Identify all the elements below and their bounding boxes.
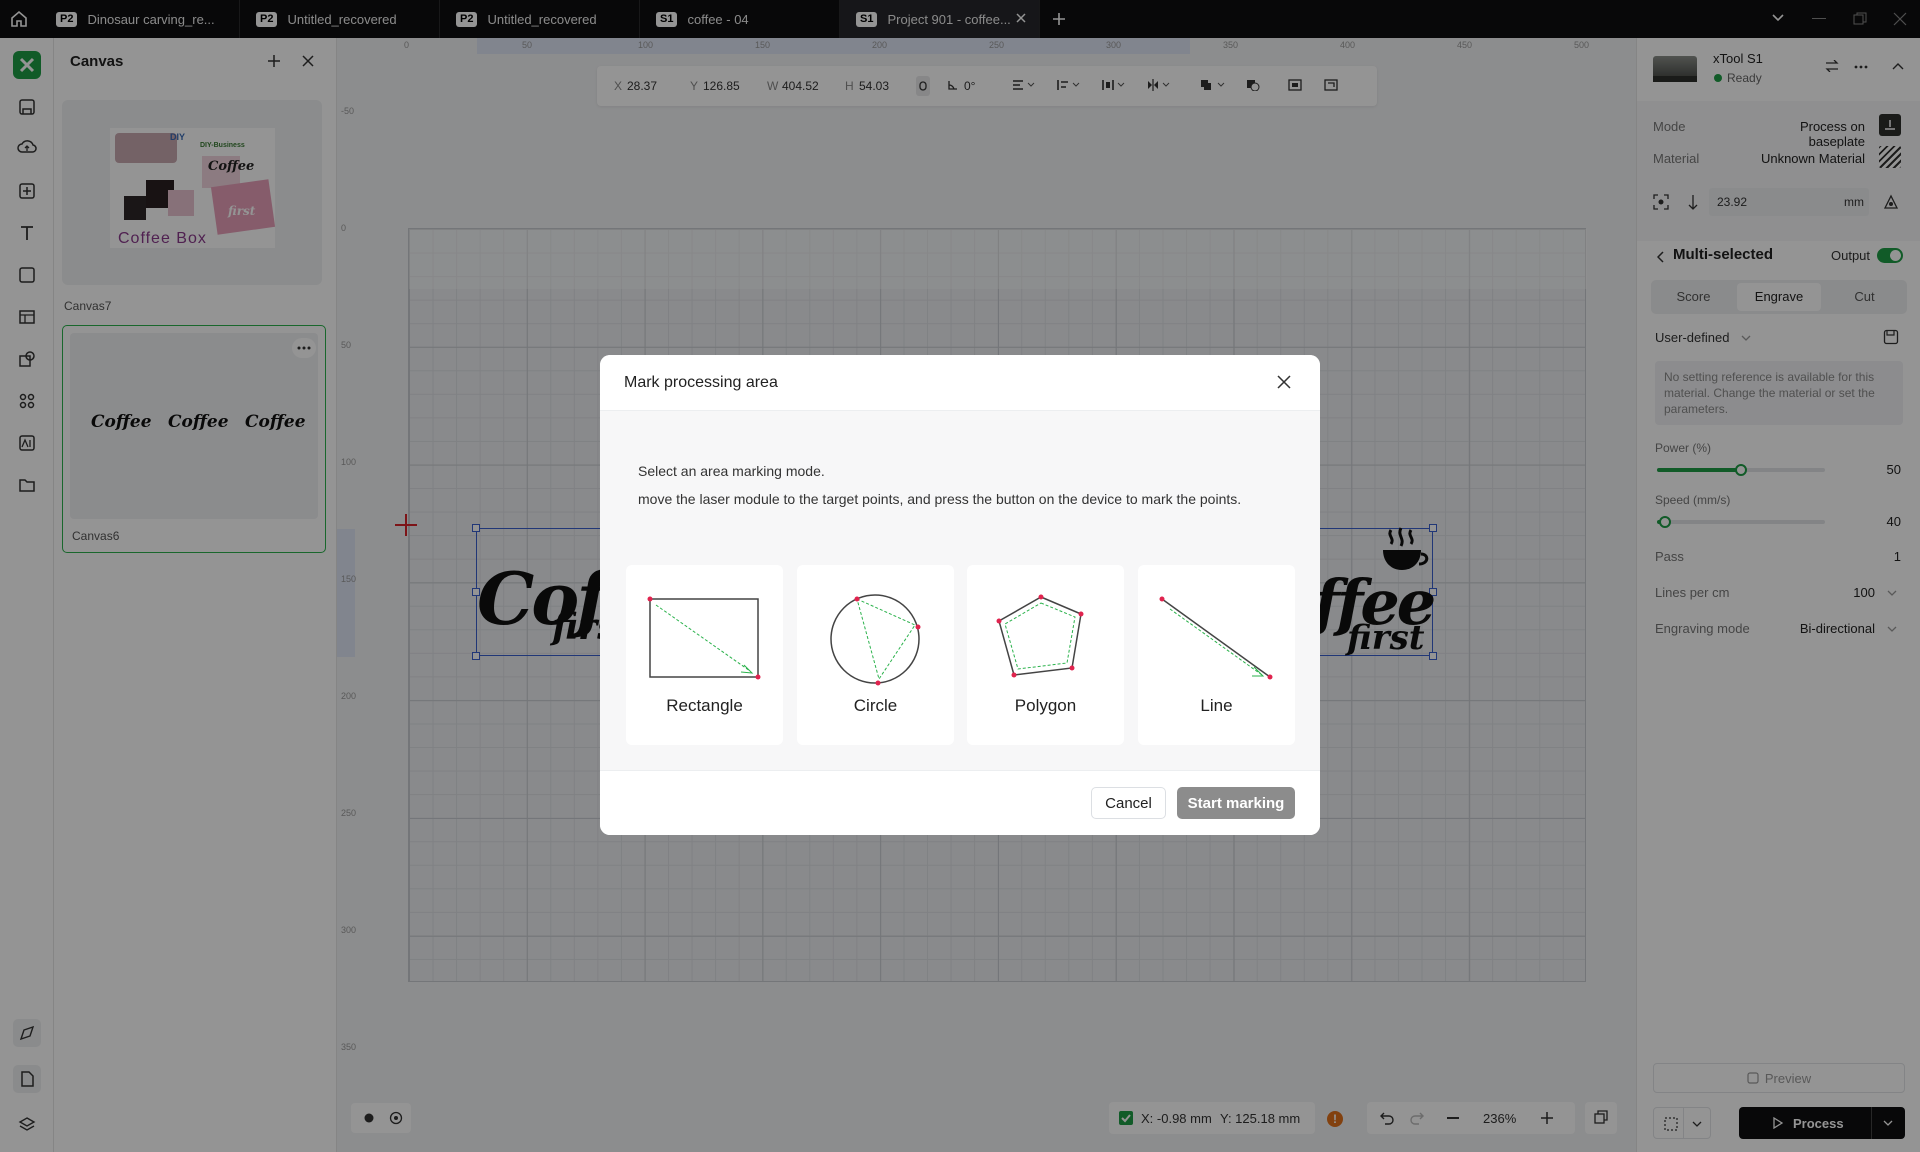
cancel-button[interactable]: Cancel xyxy=(1091,787,1166,819)
mode-label-circle: Circle xyxy=(853,696,898,715)
line-mode-icon xyxy=(1159,596,1273,680)
mode-card-circle[interactable]: Circle xyxy=(797,565,954,745)
mark-area-dialog: Mark processing area Select an area mark… xyxy=(600,355,1320,835)
mode-card-polygon[interactable]: Polygon xyxy=(967,565,1124,745)
dialog-close-icon[interactable] xyxy=(1276,374,1292,390)
start-marking-button[interactable]: Start marking xyxy=(1177,787,1295,819)
mode-label-line: Line xyxy=(1200,696,1233,715)
mode-label-polygon: Polygon xyxy=(1014,696,1077,715)
dialog-title: Mark processing area xyxy=(624,374,778,391)
dialog-instruction: Select an area marking mode. xyxy=(638,463,825,479)
rectangle-mode-icon xyxy=(647,596,761,680)
polygon-mode-icon xyxy=(996,594,1084,678)
mode-card-line[interactable]: Line xyxy=(1138,565,1295,745)
circle-mode-icon xyxy=(830,594,921,686)
dialog-instruction-detail: move the laser module to the target poin… xyxy=(638,491,1242,507)
mode-label-rectangle: Rectangle xyxy=(666,696,743,715)
mode-card-rectangle[interactable]: Rectangle xyxy=(626,565,783,745)
